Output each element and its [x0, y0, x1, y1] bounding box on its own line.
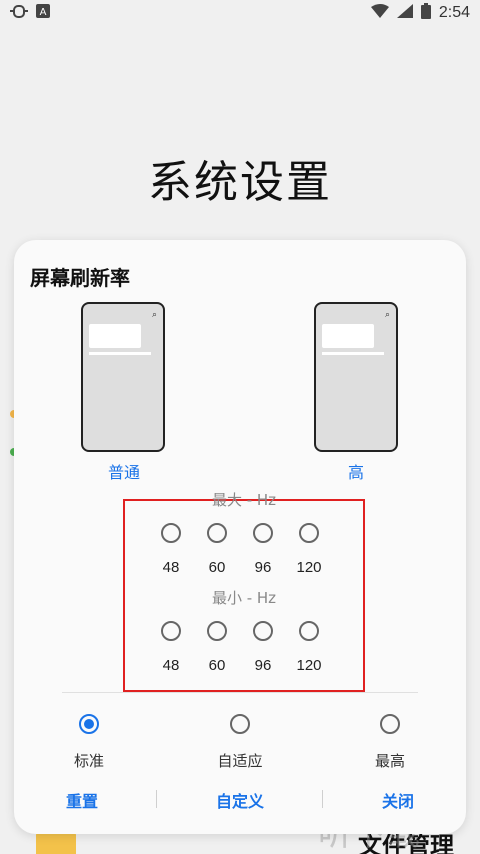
signal-icon — [396, 4, 413, 22]
min-hz-radio-60[interactable] — [207, 621, 227, 641]
min-hz-value: 120 — [296, 657, 322, 674]
close-button[interactable]: 关闭 — [338, 788, 458, 812]
reset-button[interactable]: 重置 — [22, 788, 142, 812]
hz-selection-box: 最大 - Hz 48 60 96 120 最小 - Hz 48 60 96 12… — [123, 491, 365, 692]
max-hz-radio-48[interactable] — [161, 523, 181, 543]
phone-preview-high[interactable]: ⌕ — [314, 302, 398, 452]
max-hz-value: 48 — [162, 559, 180, 576]
max-hz-radio-120[interactable] — [299, 523, 319, 543]
min-hz-label: 最小 - Hz — [211, 589, 277, 607]
battery-icon — [420, 3, 431, 23]
dialog-title: 屏幕刷新率 — [30, 266, 130, 290]
max-hz-radio-96[interactable] — [253, 523, 273, 543]
preview-card — [322, 324, 374, 348]
search-icon: ⌕ — [384, 310, 390, 320]
dialog-actions: 重置 自定义 关闭 — [14, 788, 466, 812]
min-hz-value: 96 — [254, 657, 272, 674]
status-left: A — [10, 3, 50, 23]
max-hz-value: 96 — [254, 559, 272, 576]
custom-button[interactable]: 自定义 — [180, 788, 300, 812]
status-bar: A 2:54 — [0, 0, 480, 26]
wifi-icon — [370, 4, 389, 22]
svg-text:A: A — [40, 7, 47, 18]
search-icon: ⌕ — [151, 310, 157, 320]
phone-preview-normal[interactable]: ⌕ — [81, 302, 165, 452]
refresh-rate-dialog: 屏幕刷新率 ⌕ 普通 ⌕ 高 最大 - Hz 48 60 96 120 最小 -… — [14, 240, 466, 834]
max-hz-radio-60[interactable] — [207, 523, 227, 543]
preview-card — [89, 324, 141, 348]
min-hz-radio-48[interactable] — [161, 621, 181, 641]
mode-standard-radio[interactable] — [79, 714, 99, 734]
mode-highest-label: 最高 — [374, 752, 405, 770]
preview-line — [89, 352, 151, 355]
mode-adaptive-label: 自适应 — [217, 752, 263, 770]
page-title: 系统设置 — [148, 157, 332, 208]
mode-adaptive-radio[interactable] — [230, 714, 250, 734]
min-hz-radio-120[interactable] — [299, 621, 319, 641]
folder-icon — [36, 826, 76, 854]
bug-icon — [10, 3, 28, 23]
min-hz-value: 48 — [162, 657, 180, 674]
preview-line — [322, 352, 384, 355]
mode-highest-radio[interactable] — [380, 714, 400, 734]
max-hz-label: 最大 - Hz — [211, 491, 277, 509]
mode-standard-label: 标准 — [73, 752, 104, 770]
status-right: 2:54 — [370, 3, 470, 23]
button-separator — [322, 790, 323, 808]
divider — [62, 692, 418, 693]
button-separator — [156, 790, 157, 808]
min-hz-radio-96[interactable] — [253, 621, 273, 641]
max-hz-value: 120 — [296, 559, 322, 576]
max-hz-value: 60 — [208, 559, 226, 576]
phone-label-normal[interactable]: 普通 — [108, 459, 140, 483]
phone-label-high[interactable]: 高 — [348, 459, 364, 483]
clock: 2:54 — [438, 4, 470, 21]
min-hz-value: 60 — [208, 657, 226, 674]
a-box-icon: A — [36, 4, 50, 22]
